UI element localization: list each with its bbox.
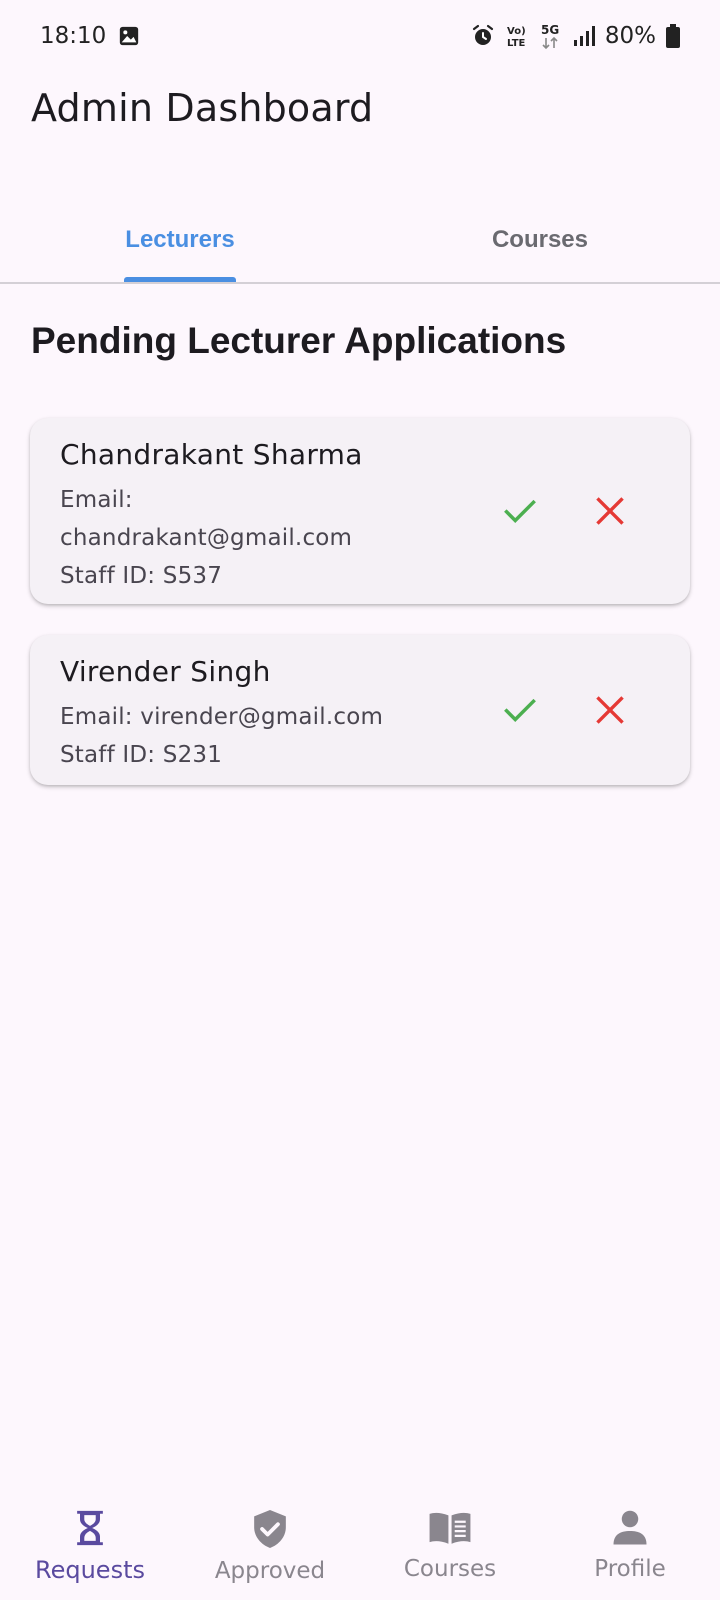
applicant-email: Email: virender@gmail.com [60, 704, 384, 730]
bottom-navigation: Requests Approved Courses Profile [0, 1490, 720, 1600]
tab-lecturers-label: Lecturers [125, 226, 235, 253]
applicant-name: Virender Singh [60, 655, 271, 688]
reject-button[interactable] [590, 491, 630, 531]
alarm-icon [471, 24, 495, 48]
nav-approved[interactable]: Approved [180, 1490, 360, 1600]
tab-indicator [124, 277, 236, 282]
tab-courses[interactable]: Courses [360, 200, 720, 280]
5g-icon: 5G [539, 22, 563, 50]
approve-button[interactable] [500, 690, 540, 730]
tab-lecturers[interactable]: Lecturers [0, 200, 360, 282]
person-icon [613, 1510, 647, 1545]
page-title: Admin Dashboard [31, 86, 374, 130]
application-actions [500, 690, 630, 730]
nav-courses-label: Courses [403, 1556, 497, 1582]
section-title: Pending Lecturer Applications [31, 320, 567, 361]
application-card: Virender Singh Email: virender@gmail.com… [30, 635, 690, 785]
nav-profile[interactable]: Profile [540, 1490, 720, 1600]
approve-button[interactable] [500, 491, 540, 531]
applicant-name: Chandrakant Sharma [60, 438, 363, 471]
applicant-staff-id: Staff ID: S231 [60, 742, 223, 768]
nav-courses[interactable]: Courses [360, 1490, 540, 1600]
status-bar: 18:10 Vo) LTE 5G 80% [0, 0, 720, 72]
check-icon [504, 698, 536, 722]
verified-shield-icon [254, 1510, 286, 1548]
nav-profile-label: Profile [594, 1556, 666, 1582]
svg-text:5G: 5G [541, 23, 559, 37]
application-card: Chandrakant Sharma Email: chandrakant@gm… [30, 418, 690, 604]
application-actions [500, 491, 630, 531]
applicant-email-label: Email: [60, 487, 133, 513]
nav-approved-label: Approved [214, 1558, 326, 1584]
svg-text:LTE: LTE [507, 38, 526, 49]
svg-text:Vo): Vo) [507, 26, 526, 37]
nav-requests[interactable]: Requests [0, 1490, 180, 1600]
book-icon [429, 1512, 471, 1544]
status-right: Vo) LTE 5G 80% [471, 22, 680, 50]
battery-percent: 80% [604, 23, 656, 49]
application-details: Chandrakant Sharma Email: chandrakant@gm… [60, 438, 400, 595]
tab-bar: Lecturers Courses [0, 200, 720, 284]
tab-courses-label: Courses [491, 226, 589, 253]
applicant-staff-id: Staff ID: S537 [60, 563, 223, 589]
reject-button[interactable] [590, 690, 630, 730]
check-icon [504, 499, 536, 523]
close-icon [596, 696, 624, 724]
signal-icon [573, 25, 595, 47]
battery-icon [666, 24, 680, 48]
image-icon [118, 25, 140, 47]
applicant-email: chandrakant@gmail.com [60, 525, 353, 551]
close-icon [596, 497, 624, 525]
nav-requests-label: Requests [35, 1556, 145, 1584]
volte-icon: Vo) LTE [505, 23, 529, 49]
application-details: Virender Singh Email: virender@gmail.com… [60, 655, 460, 774]
hourglass-icon [77, 1510, 103, 1546]
clock: 18:10 [40, 23, 107, 49]
status-left: 18:10 [40, 23, 140, 49]
